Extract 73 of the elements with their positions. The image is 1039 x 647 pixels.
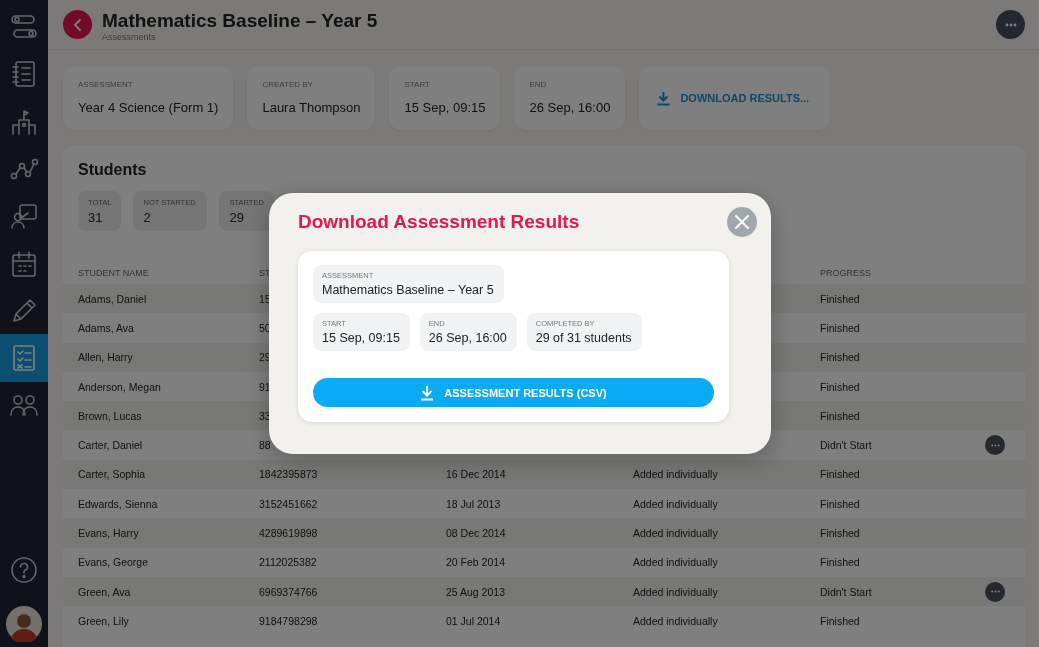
table-cell: Finished	[820, 351, 860, 364]
table-cell: 01 Jul 2014	[446, 614, 501, 627]
table-cell: Evans, Harry	[78, 527, 139, 539]
table-cell: 25 Aug 2013	[446, 585, 505, 598]
table-cell: 91	[259, 380, 271, 393]
card-label: ASSESSMENT	[78, 80, 134, 89]
card-value: 15 Sep, 09:15	[404, 100, 486, 115]
table-cell: Finished	[820, 497, 860, 510]
table-cell: Added individually	[633, 497, 718, 510]
download-results-button[interactable]: DOWNLOAD RESULTS...	[639, 66, 831, 130]
table-cell: 08 Dec 2014	[446, 527, 506, 539]
breadcrumb-link[interactable]: Assessments	[102, 31, 986, 42]
table-cell: Adams, Ava	[78, 321, 134, 334]
table-row[interactable]: Green, Lily 9184798298 01 Jul 2014 Added individually Finished	[63, 606, 1025, 636]
table-cell: 1842395873	[259, 468, 318, 481]
table-cell: 4289619898	[259, 527, 318, 539]
stat-value: 29	[229, 210, 245, 225]
table-cell: Added individually	[633, 527, 718, 539]
table-cell: Carter, Sophia	[78, 468, 146, 481]
card-label: START	[404, 80, 431, 89]
table-cell: 6969374766	[259, 585, 318, 598]
table-cell: Finished	[820, 614, 860, 627]
table-row[interactable]: Evans, George 2112025382 20 Feb 2014 Added individually Finished	[63, 547, 1025, 577]
table-cell: 3152451662	[259, 497, 318, 510]
table-cell: Evans, George	[78, 556, 149, 569]
card-value: 26 Sep, 16:00	[529, 100, 611, 115]
dialog-title: Download Assessment Results	[298, 211, 580, 233]
card-value: Laura Thompson	[262, 100, 361, 115]
table-cell: Added individually	[633, 585, 718, 598]
table-cell: Finished	[820, 468, 860, 481]
section-title: Students	[78, 161, 148, 179]
column-header: STUDENT NAME	[78, 267, 149, 278]
table-cell: Anderson, Megan	[78, 380, 161, 393]
table-cell: 2112025382	[259, 556, 317, 569]
chip-value: 26 Sep, 16:00	[428, 331, 507, 345]
table-cell: Finished	[820, 556, 860, 569]
page-title: Mathematics Baseline – Year 5	[102, 9, 379, 32]
table-cell: Carter, Daniel	[78, 439, 143, 452]
table-cell: 20 Feb 2014	[446, 556, 505, 569]
card-value: Year 4 Science (Form 1)	[78, 100, 219, 115]
table-cell: Green, Ava	[78, 585, 131, 598]
table-cell: Didn't Start	[820, 439, 872, 452]
table-cell: Adams, Daniel	[78, 292, 147, 305]
table-row[interactable]: Carter, Sophia 1842395873 16 Dec 2014 Added individually Finished	[63, 459, 1025, 490]
chip-value: 29 of 31 students	[535, 331, 632, 345]
table-row[interactable]: Green, Ava 6969374766 25 Aug 2013 Added individually Didn't Start	[63, 576, 1025, 607]
table-cell: Edwards, Sienna	[78, 497, 158, 510]
card-label: CREATED BY	[262, 80, 314, 89]
table-cell: 88	[259, 439, 271, 452]
table-cell: Didn't Start	[820, 585, 872, 598]
table-cell: Finished	[820, 292, 860, 305]
column-header: ST	[259, 267, 271, 278]
chip-value: 15 Sep, 09:15	[322, 331, 400, 345]
table-cell: Added individually	[633, 556, 718, 569]
table-cell: 9184798298	[259, 614, 318, 627]
table-cell: Green, Lily	[78, 614, 129, 627]
table-row[interactable]: Evans, Harry 4289619898 08 Dec 2014 Added individually Finished	[63, 518, 1025, 548]
card-label: END	[529, 80, 548, 89]
table-cell: Added individually	[633, 468, 718, 481]
table-row[interactable]: Carter, Daniel 88 Didn't Start	[63, 430, 1025, 460]
column-header: PROGRESS	[820, 267, 871, 278]
table-cell: Brown, Lucas	[78, 409, 142, 422]
stat-value: 2	[143, 210, 152, 225]
table-cell: Finished	[820, 409, 860, 422]
download-csv-button[interactable]: ASSESSMENT RESULTS (CSV)	[313, 378, 714, 407]
table-cell: Allen, Harry	[78, 351, 133, 364]
stat-value: 31	[88, 210, 104, 225]
table-row[interactable]: Edwards, Sienna 3152451662 18 Jul 2013 Added individually Finished	[63, 489, 1025, 519]
chip-value: Mathematics Baseline – Year 5	[322, 283, 494, 297]
table-cell: Added individually	[633, 614, 718, 627]
table-cell: Finished	[820, 527, 860, 539]
table-cell: 16 Dec 2014	[446, 468, 506, 481]
table-cell: 18 Jul 2013	[446, 497, 501, 510]
